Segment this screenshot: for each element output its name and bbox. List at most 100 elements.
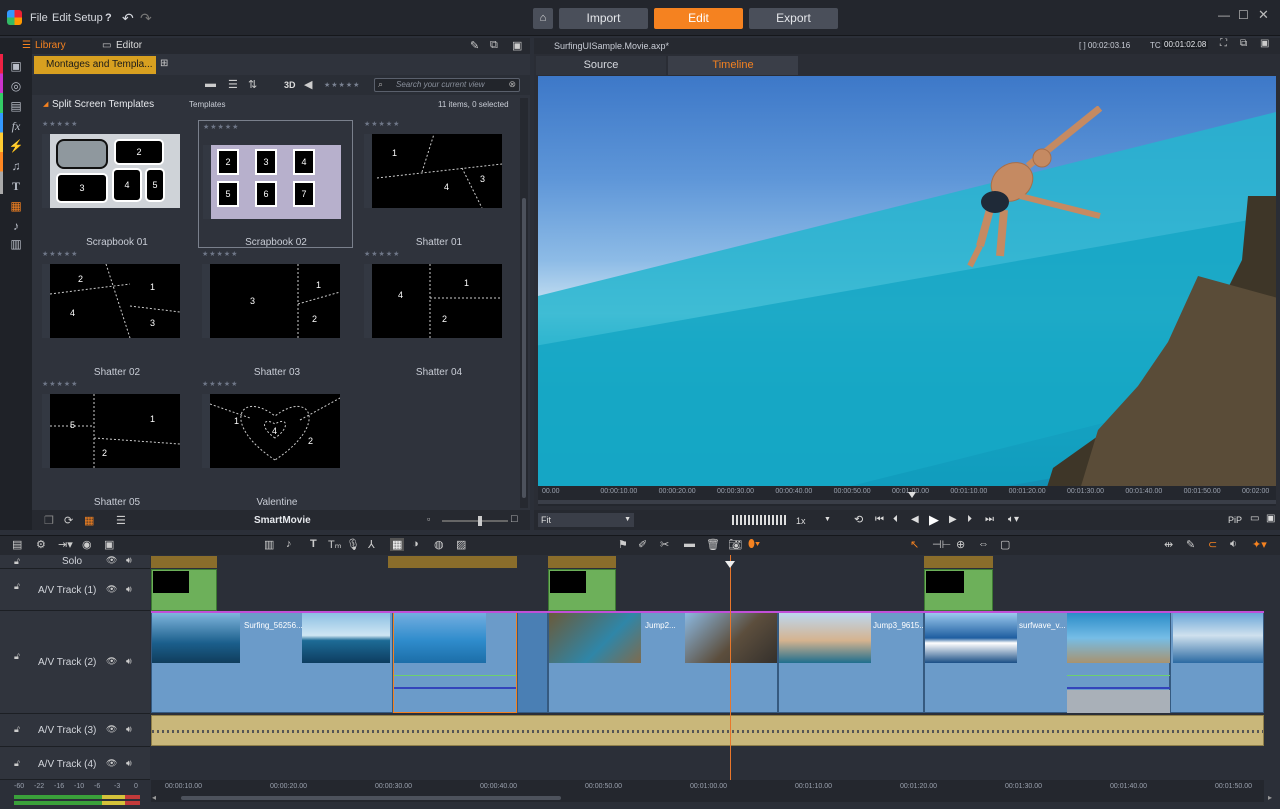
tag-icon[interactable]: ◀ (304, 78, 312, 91)
solo-region[interactable] (548, 556, 616, 568)
media-icon[interactable]: ▣ (8, 58, 24, 74)
split-icon[interactable]: ✂ (660, 538, 669, 551)
track-header-solo[interactable]: 🔓︎ Solo 👁︎ 🔊︎ (0, 555, 150, 569)
thumbnail-size-slider[interactable] (442, 516, 508, 526)
player-playhead[interactable] (908, 492, 916, 498)
snapshot-icon[interactable]: ▣ (1266, 513, 1275, 524)
library-tab-icon[interactable]: ☰ (22, 40, 31, 51)
template-item[interactable]: ★★★★★ 5 1 2 Shatter 05 (42, 380, 192, 508)
search-box[interactable]: ⌕ Search your current view ⊗ (374, 78, 520, 92)
video-clip[interactable] (1170, 612, 1264, 713)
projects-icon[interactable]: ◎ (8, 78, 24, 94)
speaker-icon[interactable]: 🔊︎ (126, 555, 132, 566)
grid-view-icon[interactable]: ▦ (84, 514, 94, 527)
track-header-av4[interactable]: 🔓︎ A/V Track (4) 👁︎ 🔊︎ (0, 747, 150, 780)
solo-region[interactable] (151, 556, 217, 568)
menu-edit[interactable]: Edit (52, 12, 71, 24)
video-clip[interactable]: Jump3_9615... (778, 612, 926, 713)
audio-clip[interactable] (151, 715, 1264, 746)
library-scrollbar[interactable] (520, 98, 528, 508)
eye-icon[interactable]: 👁︎ (106, 584, 117, 595)
track-settings-icon[interactable]: ▤ (12, 538, 22, 551)
insert-mode-icon[interactable]: ⇥▾ (58, 538, 73, 551)
next-marker-icon[interactable]: ⏵ (967, 514, 972, 525)
speed-select[interactable]: 1x (796, 516, 806, 526)
render-icon[interactable]: ▭ (1250, 513, 1259, 524)
lock-icon[interactable]: 🔓︎ (14, 556, 20, 567)
menu-setup[interactable]: Setup (74, 12, 103, 24)
track-header-av3[interactable]: 🔓︎ A/V Track (3) 👁︎ 🔊︎ (0, 714, 150, 747)
motion-title-icon[interactable]: Tₘ (328, 538, 342, 551)
speaker-icon[interactable]: 🔊︎ (126, 584, 132, 595)
template-item[interactable]: ★★★★★ 3 1 2 Shatter 03 (202, 250, 352, 378)
title-clip[interactable] (924, 569, 993, 611)
audio-scrub-icon[interactable]: 🔉︎ (1230, 538, 1237, 551)
solo-region[interactable] (924, 556, 993, 568)
thumb-small-icon[interactable]: ▫ (427, 514, 430, 524)
details-view-icon[interactable]: ☰ (116, 514, 126, 527)
collections-icon[interactable]: ▤ (8, 98, 24, 114)
video-clip[interactable]: Surfing_56256... (151, 612, 393, 713)
rating-stars[interactable]: ★★★★★ (364, 250, 400, 258)
collection-tab[interactable]: Montages and Templa... (34, 56, 156, 74)
montage-icon[interactable]: ▦ (8, 198, 24, 214)
export-button[interactable]: Export (749, 8, 838, 29)
video-preview[interactable] (538, 76, 1276, 486)
pip-button[interactable]: PiP (1228, 515, 1242, 525)
video-clip[interactable]: surfwave_v... (924, 612, 1171, 713)
maximize-icon[interactable]: ☐ (1238, 8, 1249, 22)
undo-icon[interactable]: ↶ (122, 10, 134, 27)
minimize-icon[interactable]: — (1218, 8, 1230, 22)
solo-region[interactable] (388, 556, 517, 568)
gear-icon[interactable]: ⚙ (36, 538, 46, 551)
lock-icon[interactable]: 🔓︎ (14, 724, 20, 735)
titles-icon[interactable]: T (8, 178, 24, 194)
player-layout-icon[interactable]: ▣ (1260, 38, 1269, 49)
track-header-av1[interactable]: 🔓︎ A/V Track (1) 👁︎ 🔊︎ (0, 569, 150, 611)
timecode-readout[interactable]: 00:01:02.08 (1162, 40, 1209, 49)
close-icon[interactable]: ✕ (1258, 7, 1269, 23)
volume-icon[interactable]: 🔈︎▾ (1008, 514, 1019, 525)
color-icon[interactable]: ◑ (412, 538, 419, 550)
magic-icon[interactable]: ✦▾ (1252, 538, 1267, 551)
rating-stars[interactable]: ★★★★★ (364, 120, 400, 128)
rating-stars[interactable]: ★★★★★ (42, 250, 78, 258)
redo-icon[interactable]: ↷ (140, 10, 152, 27)
trim-icon[interactable]: ⊣⊢ (932, 538, 951, 551)
fit-icon[interactable]: ⇹ (1164, 538, 1173, 551)
fullscreen-icon[interactable]: ⛶ (1220, 38, 1227, 49)
add-collection-icon[interactable]: ⊞ (160, 58, 168, 69)
float-player-icon[interactable]: ⧉ (1240, 38, 1247, 49)
play-icon[interactable]: ▶ (929, 512, 939, 528)
record-icon[interactable]: ◉ (82, 538, 92, 551)
rating-stars[interactable]: ★★★★★ (202, 250, 238, 258)
magnet-icon[interactable]: ⊂ (1208, 538, 1217, 551)
menus-icon[interactable]: ▥ (8, 236, 24, 252)
slide-icon[interactable]: ⇔ (978, 538, 989, 550)
clear-search-icon[interactable]: ⊗ (508, 79, 516, 90)
pin-icon[interactable]: ✎ (470, 39, 479, 52)
layout-icon[interactable]: ▣ (512, 39, 522, 52)
add-marker-icon[interactable]: ⬮▾ (748, 538, 760, 551)
rating-stars[interactable]: ★★★★★ (42, 120, 78, 128)
timeline-scrollbar[interactable] (151, 794, 1264, 802)
rating-stars[interactable]: ★★★★★ (202, 380, 238, 388)
template-item[interactable]: ★★★★★ 1 4 3 Shatter 01 (364, 120, 514, 248)
tab-editor[interactable]: Editor (116, 40, 142, 51)
collapse-icon[interactable]: ◢ (43, 100, 48, 108)
voiceover-icon[interactable]: 🎙︎ (346, 538, 360, 551)
editor-tab-icon[interactable]: ▭ (102, 40, 111, 51)
eye-icon[interactable]: 👁︎ (106, 724, 117, 735)
speaker-icon[interactable]: 🔊︎ (126, 724, 132, 735)
view-list-icon[interactable]: ☰ (228, 78, 238, 91)
float-panel-icon[interactable]: ⧉ (490, 39, 498, 52)
transition-clip[interactable] (517, 612, 548, 713)
title-clip[interactable] (151, 569, 217, 611)
go-start-icon[interactable]: ⏮ (875, 514, 884, 525)
menu-file[interactable]: File (30, 12, 48, 24)
effects-icon[interactable]: fx (8, 118, 24, 134)
smartmovie-button[interactable]: SmartMovie (254, 515, 311, 526)
scroll-right-icon[interactable]: ▸ (1268, 793, 1272, 802)
template-item[interactable]: ★★★★★ 2 3 4 5 Scrapbook 01 (42, 120, 192, 248)
zoom-select[interactable]: Fit ▼ (538, 513, 634, 527)
